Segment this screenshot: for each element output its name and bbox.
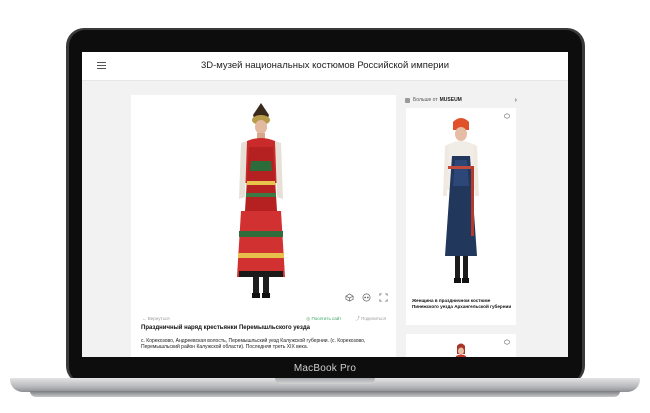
related-item-card-2[interactable] — [406, 334, 516, 357]
device-label: MacBook Pro — [293, 362, 357, 374]
share-button[interactable]: ⤴ Поделиться — [355, 316, 386, 322]
ar-view-icon[interactable] — [344, 292, 354, 302]
sketchfab-logo-icon — [405, 97, 410, 103]
3d-model-icon — [504, 113, 510, 119]
costume-figure-image[interactable] — [225, 101, 297, 303]
item-title: Праздничный наряд крестьянки Перемышльск… — [141, 325, 311, 331]
visit-site-label: Посетить сайт — [311, 316, 342, 321]
vr-view-icon[interactable] — [361, 292, 371, 302]
related-item-card[interactable]: Женщина в праздничном костюме Пинежского… — [406, 108, 516, 325]
3d-model-icon — [504, 339, 510, 345]
main-item-card: ← Вернуться ◎ Посетить сайт ⤴ Поделиться… — [131, 95, 396, 357]
visit-site-link[interactable]: ◎ Посетить сайт — [306, 316, 341, 322]
top-bar: 3D-музей национальных костюмов Российско… — [82, 52, 568, 81]
item-actions: ◎ Посетить сайт ⤴ Поделиться — [306, 316, 386, 322]
laptop-chin: MacBook Pro — [82, 357, 568, 379]
laptop-notch — [275, 378, 375, 384]
related-costume-image-2 — [455, 343, 467, 357]
page-title: 3D-музей национальных костюмов Российско… — [200, 60, 450, 71]
back-label: Вернуться — [147, 316, 170, 321]
laptop-base-shadow — [30, 391, 620, 397]
viewer-controls — [344, 292, 388, 302]
back-link[interactable]: ← Вернуться — [142, 316, 170, 321]
museum-brand[interactable]: MUSEUM — [440, 97, 462, 103]
fullscreen-icon[interactable] — [378, 292, 388, 302]
related-costume-image — [443, 118, 479, 283]
laptop-screen: 3D-музей национальных костюмов Российско… — [82, 52, 568, 357]
more-from-label: Больше от — [413, 97, 438, 103]
share-label: Поделиться — [361, 316, 386, 321]
related-item-caption: Женщина в праздничном костюме Пинежского… — [412, 298, 512, 309]
item-description: с. Корекозово, Андреевская волость, Пере… — [141, 338, 366, 351]
chevron-right-icon[interactable]: › — [515, 97, 517, 104]
more-from-header: Больше от MUSEUM › — [405, 95, 517, 105]
